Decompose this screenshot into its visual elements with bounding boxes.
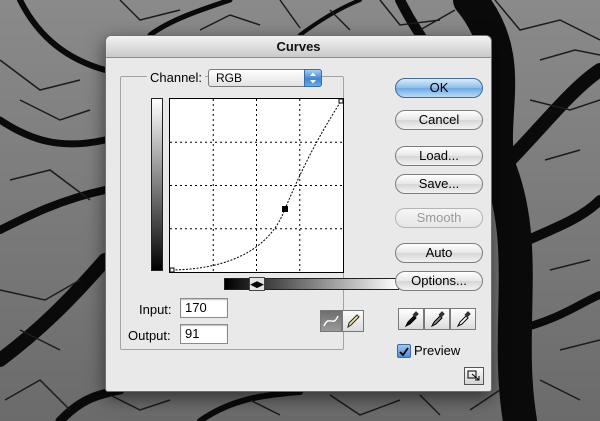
gradient-toggle-icon[interactable]: ◀▶ [249,277,265,291]
output-field[interactable]: 91 [180,324,228,344]
expand-dialog-icon[interactable] [464,367,484,385]
curve-graph[interactable] [169,98,344,273]
smooth-button[interactable]: Smooth [395,208,483,228]
curve-control-point [282,206,288,212]
dialog-title[interactable]: Curves [106,36,491,58]
curve-endpoint-white [338,98,344,104]
checkmark-icon [399,347,409,357]
input-label: Input: [139,302,172,317]
output-gradient-bar [151,98,163,271]
cancel-button[interactable]: Cancel [395,110,483,130]
ok-button[interactable]: OK [395,78,483,98]
channel-label: Channel: [147,70,206,86]
channel-value: RGB [216,71,243,85]
updown-arrows-icon [304,69,322,87]
curves-dialog: Curves Channel: RGB ◀▶ Input: 170 Output… [105,35,492,392]
curve-endpoint-black [169,267,175,273]
save-button[interactable]: Save... [395,174,483,194]
output-label: Output: [128,328,171,343]
curve-tool-icon[interactable] [320,310,342,332]
gray-eyedropper-icon[interactable] [424,308,450,330]
load-button[interactable]: Load... [395,146,483,166]
preview-checkbox[interactable] [397,344,411,358]
black-eyedropper-icon[interactable] [398,308,424,330]
preview-label[interactable]: Preview [414,343,460,359]
input-field[interactable]: 170 [180,298,228,318]
white-eyedropper-icon[interactable] [450,308,476,330]
auto-button[interactable]: Auto [395,243,483,263]
channel-select[interactable]: RGB [208,69,322,87]
options-button[interactable]: Options... [395,271,483,291]
pencil-icon[interactable] [342,310,364,332]
